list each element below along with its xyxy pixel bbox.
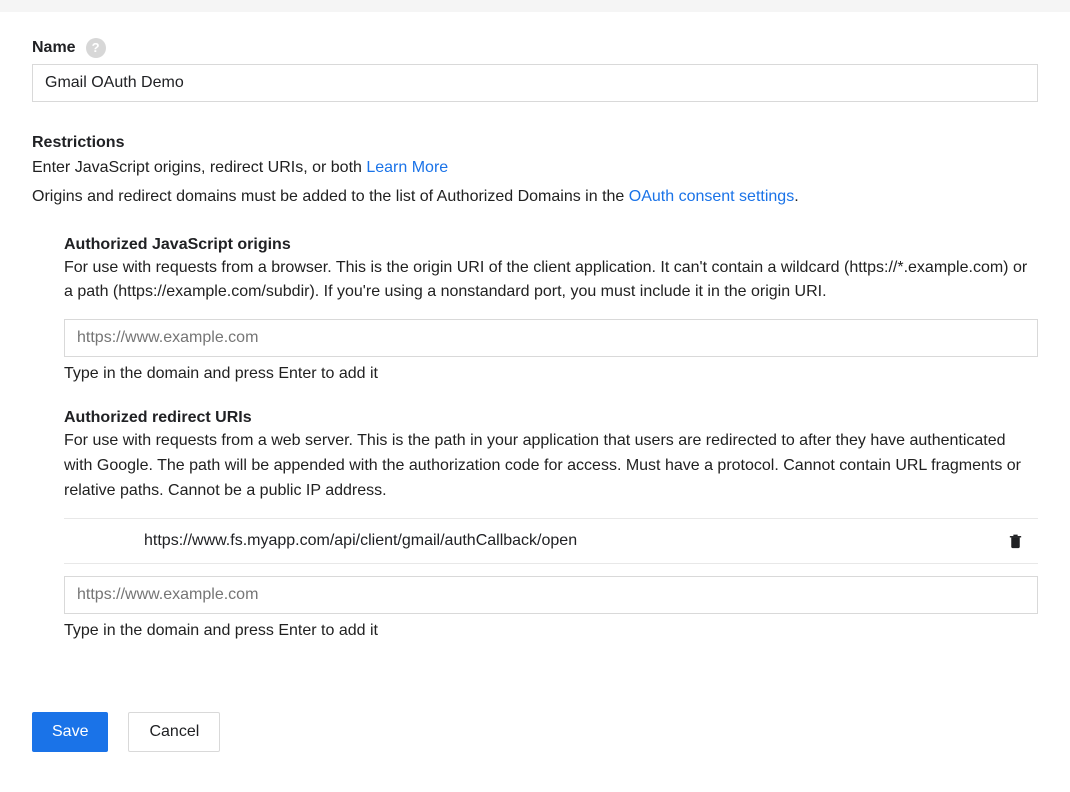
- redirect-uris-hint: Type in the domain and press Enter to ad…: [64, 622, 1038, 640]
- learn-more-link[interactable]: Learn More: [366, 159, 448, 176]
- credentials-form: Name ? Restrictions Enter JavaScript ori…: [0, 38, 1070, 792]
- restrictions-line-2: Origins and redirect domains must be add…: [32, 185, 1038, 210]
- js-origins-desc: For use with requests from a browser. Th…: [64, 256, 1038, 306]
- js-origins-input[interactable]: [64, 319, 1038, 357]
- trash-icon: [1007, 532, 1024, 550]
- delete-uri-button[interactable]: [999, 528, 1032, 554]
- restrictions-line2-after: .: [794, 188, 798, 205]
- name-label-row: Name ?: [32, 38, 1038, 58]
- cancel-button[interactable]: Cancel: [128, 712, 220, 752]
- redirect-uris-input[interactable]: [64, 576, 1038, 614]
- name-label: Name: [32, 39, 76, 57]
- js-origins-heading: Authorized JavaScript origins: [64, 236, 1038, 254]
- redirect-uri-row: https://www.fs.myapp.com/api/client/gmai…: [64, 518, 1038, 564]
- help-icon[interactable]: ?: [86, 38, 106, 58]
- restrictions-line2-before: Origins and redirect domains must be add…: [32, 188, 629, 205]
- oauth-consent-settings-link[interactable]: OAuth consent settings: [629, 188, 794, 205]
- redirect-uris-desc: For use with requests from a web server.…: [64, 429, 1038, 503]
- redirect-uris-heading: Authorized redirect URIs: [64, 409, 1038, 427]
- redirect-uri-value: https://www.fs.myapp.com/api/client/gmai…: [144, 532, 999, 550]
- top-strip: [0, 0, 1070, 12]
- restrictions-line1-text: Enter JavaScript origins, redirect URIs,…: [32, 159, 366, 176]
- name-input[interactable]: [32, 64, 1038, 102]
- js-origins-section: Authorized JavaScript origins For use wi…: [32, 236, 1038, 384]
- restrictions-heading: Restrictions: [32, 134, 1038, 152]
- save-button[interactable]: Save: [32, 712, 108, 752]
- restrictions-line-1: Enter JavaScript origins, redirect URIs,…: [32, 156, 1038, 181]
- form-actions: Save Cancel: [32, 712, 1038, 752]
- redirect-uris-section: Authorized redirect URIs For use with re…: [32, 409, 1038, 639]
- js-origins-hint: Type in the domain and press Enter to ad…: [64, 365, 1038, 383]
